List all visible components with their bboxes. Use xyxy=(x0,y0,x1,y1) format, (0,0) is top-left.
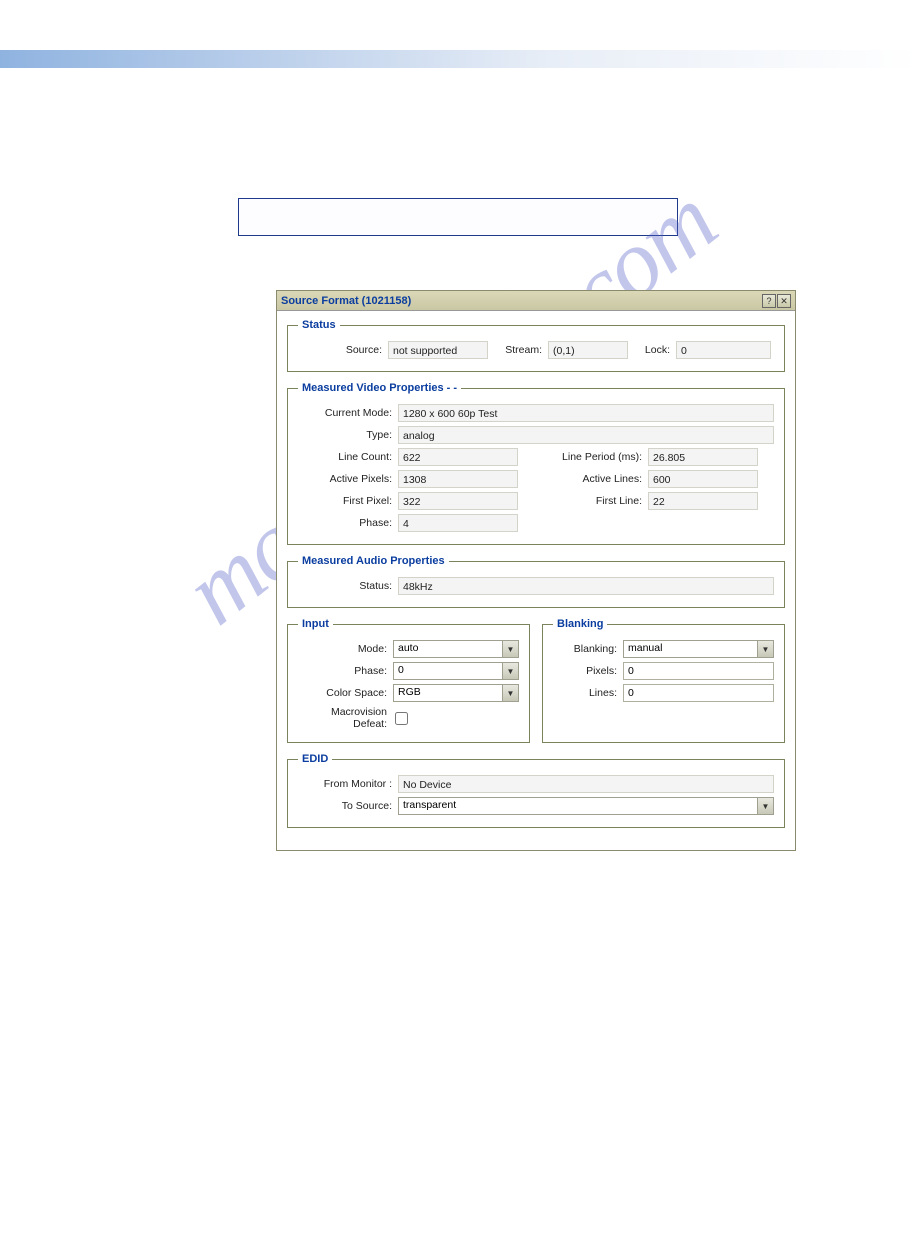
lock-value: 0 xyxy=(676,341,771,359)
active-pixels-label: Active Pixels: xyxy=(298,473,398,485)
chevron-down-icon: ▼ xyxy=(757,641,773,657)
chevron-down-icon: ▼ xyxy=(502,641,518,657)
source-label: Source: xyxy=(298,344,388,356)
type-value: analog xyxy=(398,426,774,444)
blanking-pixels-label: Pixels: xyxy=(553,665,623,677)
header-band xyxy=(0,50,918,68)
active-pixels-value: 1308 xyxy=(398,470,518,488)
phase-label: Phase: xyxy=(298,517,398,529)
input-mode-select[interactable]: auto ▼ xyxy=(393,640,519,658)
video-legend: Measured Video Properties - - xyxy=(298,382,461,394)
macrovision-checkbox[interactable] xyxy=(395,712,408,725)
video-group: Measured Video Properties - - Current Mo… xyxy=(287,382,785,545)
status-legend: Status xyxy=(298,319,340,331)
stream-value: (0,1) xyxy=(548,341,628,359)
chevron-down-icon: ▼ xyxy=(757,798,773,814)
current-mode-value: 1280 x 600 60p Test xyxy=(398,404,774,422)
blanking-lines-label: Lines: xyxy=(553,687,623,699)
chevron-down-icon: ▼ xyxy=(502,685,518,701)
chevron-down-icon: ▼ xyxy=(502,663,518,679)
color-space-value: RGB xyxy=(394,685,502,701)
line-period-value: 26.805 xyxy=(648,448,758,466)
audio-status-label: Status: xyxy=(298,580,398,592)
close-button[interactable]: ✕ xyxy=(777,294,791,308)
edid-group: EDID From Monitor : No Device To Source:… xyxy=(287,753,785,828)
input-phase-select[interactable]: 0 ▼ xyxy=(393,662,519,680)
source-format-dialog: Source Format (1021158) ? ✕ Status Sourc… xyxy=(276,290,796,851)
stream-label: Stream: xyxy=(488,344,548,356)
audio-legend: Measured Audio Properties xyxy=(298,555,449,567)
line-count-value: 622 xyxy=(398,448,518,466)
first-line-label: First Line: xyxy=(518,495,648,507)
blanking-pixels-input[interactable] xyxy=(623,662,774,680)
to-source-select[interactable]: transparent ▼ xyxy=(398,797,774,815)
input-phase-label: Phase: xyxy=(298,665,393,677)
blanking-legend: Blanking xyxy=(553,618,607,630)
phase-value: 4 xyxy=(398,514,518,532)
color-space-label: Color Space: xyxy=(298,687,393,699)
blanking-lines-input[interactable] xyxy=(623,684,774,702)
to-source-label: To Source: xyxy=(298,800,398,812)
from-monitor-label: From Monitor : xyxy=(298,778,398,790)
active-lines-label: Active Lines: xyxy=(518,473,648,485)
input-phase-value: 0 xyxy=(394,663,502,679)
input-mode-label: Mode: xyxy=(298,643,393,655)
titlebar: Source Format (1021158) ? ✕ xyxy=(277,291,795,311)
edid-legend: EDID xyxy=(298,753,332,765)
status-group: Status Source: not supported Stream: (0,… xyxy=(287,319,785,372)
lock-label: Lock: xyxy=(628,344,676,356)
from-monitor-value: No Device xyxy=(398,775,774,793)
line-count-label: Line Count: xyxy=(298,451,398,463)
dialog-title: Source Format (1021158) xyxy=(281,295,411,307)
audio-status-value: 48kHz xyxy=(398,577,774,595)
macrovision-label: Macrovision Defeat: xyxy=(298,706,393,730)
blanking-select[interactable]: manual ▼ xyxy=(623,640,774,658)
first-pixel-label: First Pixel: xyxy=(298,495,398,507)
blanking-label: Blanking: xyxy=(553,643,623,655)
blanking-value: manual xyxy=(624,641,757,657)
source-value: not supported xyxy=(388,341,488,359)
input-mode-value: auto xyxy=(394,641,502,657)
current-mode-label: Current Mode: xyxy=(298,407,398,419)
audio-group: Measured Audio Properties Status: 48kHz xyxy=(287,555,785,608)
line-period-label: Line Period (ms): xyxy=(518,451,648,463)
to-source-value: transparent xyxy=(399,798,757,814)
type-label: Type: xyxy=(298,429,398,441)
color-space-select[interactable]: RGB ▼ xyxy=(393,684,519,702)
input-group: Input Mode: auto ▼ Phase: 0 ▼ Col xyxy=(287,618,530,743)
input-legend: Input xyxy=(298,618,333,630)
first-pixel-value: 322 xyxy=(398,492,518,510)
note-box xyxy=(238,198,678,236)
blanking-group: Blanking Blanking: manual ▼ Pixels: Line… xyxy=(542,618,785,743)
help-button[interactable]: ? xyxy=(762,294,776,308)
active-lines-value: 600 xyxy=(648,470,758,488)
first-line-value: 22 xyxy=(648,492,758,510)
